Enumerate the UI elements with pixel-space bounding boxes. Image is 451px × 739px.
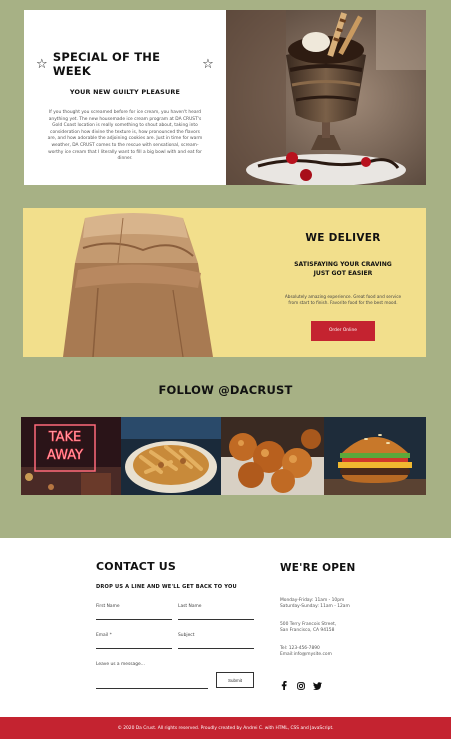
gallery-image-takeaway-sign[interactable]: TAKE AWAY: [21, 417, 121, 495]
submit-button[interactable]: Submit: [216, 672, 254, 688]
message-placeholder: Leave us a message...: [96, 662, 145, 667]
deliver-subtitle: SATISFAYING YOUR CRAVING JUST GOT EASIER: [294, 261, 392, 277]
contact-section: CONTACT US DROP US A LINE AND WE'LL GET …: [0, 538, 451, 718]
twitter-icon[interactable]: [313, 681, 322, 690]
special-subtitle: YOUR NEW GUILTY PLEASURE: [69, 88, 181, 96]
special-title: SPECIAL OF THE WEEK: [52, 50, 161, 78]
gallery-image-fried-bites[interactable]: [121, 417, 221, 495]
deliver-body: Absolutely amazing experience. Great foo…: [284, 294, 402, 306]
footer-bar: © 2020 Da Crust. All rights reserved. Pr…: [0, 717, 451, 739]
deliver-title: WE DELIVER: [305, 232, 381, 244]
instagram-icon[interactable]: [296, 681, 305, 690]
address-line-2: San Francisco, CA 94158: [280, 628, 335, 634]
contact-title: CONTACT US: [96, 560, 177, 573]
facebook-icon[interactable]: [279, 681, 288, 690]
contact-info: Tel: 123-456-7890 Email:info@mysite.com: [280, 646, 332, 659]
open-title: WE'RE OPEN: [280, 562, 356, 574]
instagram-gallery: TAKE AWAY: [21, 417, 426, 495]
message-field[interactable]: Leave us a message...: [96, 662, 208, 689]
special-body: If you thought you screamed before for i…: [47, 110, 203, 162]
social-links: [279, 681, 322, 690]
contact-subtitle: DROP US A LINE AND WE'LL GET BACK TO YOU: [96, 584, 237, 590]
last-name-label: Last Name: [178, 604, 202, 609]
special-section: ☆ SPECIAL OF THE WEEK ☆ YOUR NEW GUILTY …: [24, 10, 426, 185]
opening-hours: Monday-Friday: 11am - 10pm Saturday-Sund…: [280, 598, 350, 611]
first-name-label: First Name: [96, 604, 120, 609]
neon-sign-top: TAKE: [48, 430, 82, 445]
paper-bag-image: [23, 208, 260, 357]
copyright-text: © 2020 Da Crust. All rights reserved. Pr…: [117, 725, 334, 731]
subject-field[interactable]: Subject: [178, 633, 254, 649]
hours-weekend: Saturday-Sunday: 11am - 12am: [280, 604, 350, 610]
order-online-button[interactable]: Order Online: [311, 320, 375, 341]
deliver-text-panel: WE DELIVER SATISFAYING YOUR CRAVING JUST…: [260, 208, 426, 357]
follow-title: FOLLOW @DACRUST: [158, 383, 293, 397]
special-heading: ☆ SPECIAL OF THE WEEK ☆: [36, 50, 214, 78]
email-label: Email *: [96, 633, 112, 638]
star-icon: ☆: [36, 56, 48, 72]
deliver-section: WE DELIVER SATISFAYING YOUR CRAVING JUST…: [23, 208, 426, 357]
neon-sign-bottom: AWAY: [47, 448, 83, 463]
last-name-field[interactable]: Last Name: [178, 604, 254, 620]
email-address: Email:info@mysite.com: [280, 652, 332, 658]
gallery-image-burger[interactable]: [324, 417, 426, 495]
address: 500 Terry Francois Street, San Francisco…: [280, 622, 336, 635]
special-text-panel: ☆ SPECIAL OF THE WEEK ☆ YOUR NEW GUILTY …: [24, 10, 226, 185]
email-field[interactable]: Email *: [96, 633, 172, 649]
gallery-image-fried-chicken[interactable]: [221, 417, 324, 495]
first-name-field[interactable]: First Name: [96, 604, 172, 620]
subject-label: Subject: [178, 633, 195, 638]
star-icon: ☆: [202, 56, 214, 72]
ice-cream-sundae-image: [226, 10, 426, 185]
